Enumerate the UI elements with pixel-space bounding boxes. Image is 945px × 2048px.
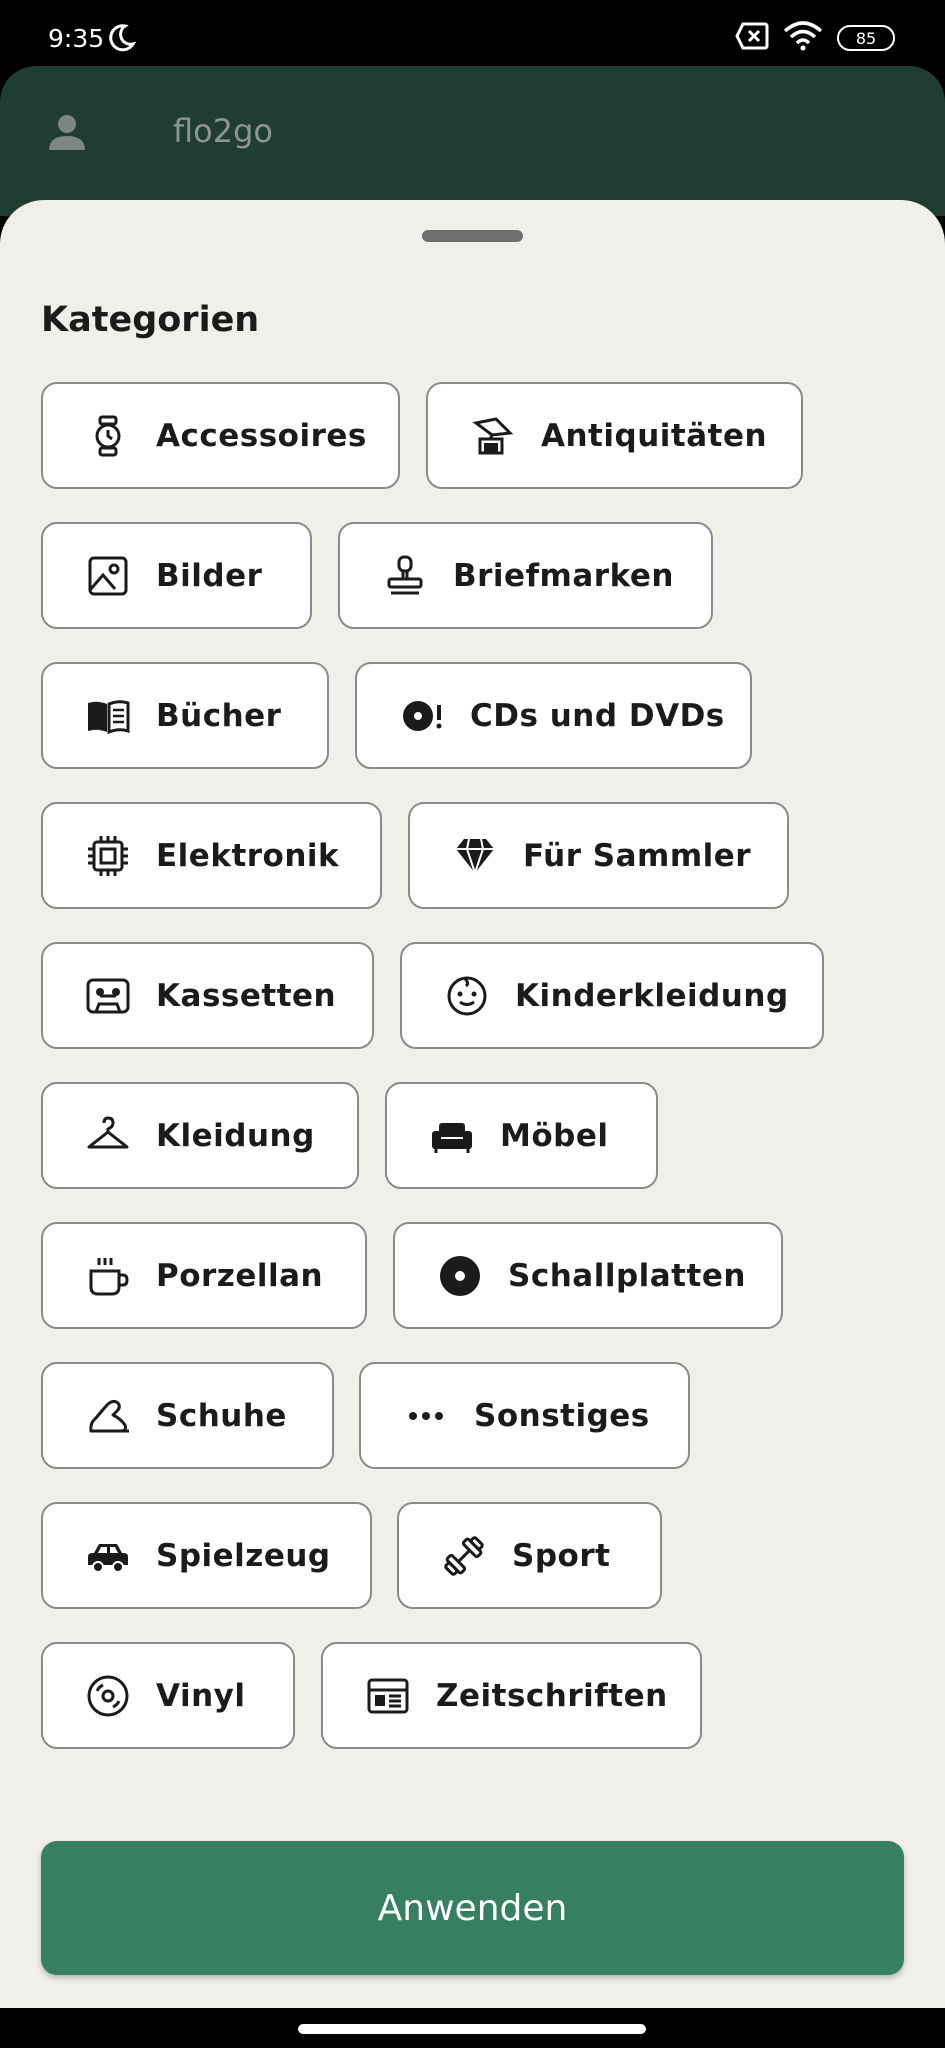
section-title: Kategorien	[41, 300, 260, 340]
dumbbell-icon	[441, 1533, 487, 1579]
category-chip-buecher[interactable]: Bücher	[41, 662, 329, 769]
status-bar: 9:35 85	[0, 0, 945, 66]
vinyl-icon	[85, 1673, 131, 1719]
status-time: 9:35	[48, 24, 105, 53]
app-header: flo2go	[0, 66, 945, 216]
category-chip-sonstiges[interactable]: Sonstiges	[359, 1362, 690, 1469]
category-chip-vinyl[interactable]: Vinyl	[41, 1642, 295, 1749]
disc-alert-icon	[399, 693, 445, 739]
category-label: Antiquitäten	[541, 417, 768, 454]
apply-button[interactable]: Anwenden	[41, 1841, 904, 1975]
category-chip-moebel[interactable]: Möbel	[385, 1082, 658, 1189]
category-label: Bücher	[156, 697, 282, 734]
drag-handle[interactable]	[422, 230, 523, 242]
category-chip-fuer-sammler[interactable]: Für Sammler	[408, 802, 789, 909]
category-label: Sonstiges	[474, 1397, 650, 1434]
category-label: Spielzeug	[156, 1537, 331, 1574]
category-chip-porzellan[interactable]: Porzellan	[41, 1222, 367, 1329]
newspaper-icon	[365, 1673, 411, 1719]
toy-car-icon	[85, 1533, 131, 1579]
category-chip-antiquitaeten[interactable]: Antiquitäten	[426, 382, 803, 489]
category-chip-schuhe[interactable]: Schuhe	[41, 1362, 334, 1469]
wifi-icon	[783, 21, 823, 55]
category-label: Porzellan	[156, 1257, 324, 1294]
category-chip-accessoires[interactable]: Accessoires	[41, 382, 400, 489]
category-chip-sport[interactable]: Sport	[397, 1502, 662, 1609]
category-label: Accessoires	[156, 417, 367, 454]
hanger-icon	[85, 1113, 131, 1159]
sofa-icon	[429, 1113, 475, 1159]
category-label: Bilder	[156, 557, 263, 594]
moon-icon	[105, 22, 137, 54]
category-label: Kleidung	[156, 1117, 315, 1154]
book-icon	[85, 693, 131, 739]
more-dots-icon	[403, 1393, 449, 1439]
category-chip-elektronik[interactable]: Elektronik	[41, 802, 382, 909]
category-label: Kinderkleidung	[515, 977, 789, 1014]
filter-bottom-sheet: Kategorien Accessoires Antiquitäten Bild…	[0, 200, 945, 2008]
category-chip-spielzeug[interactable]: Spielzeug	[41, 1502, 372, 1609]
system-nav-bar	[0, 2008, 945, 2048]
shoe-icon	[85, 1393, 131, 1439]
category-label: Kassetten	[156, 977, 337, 1014]
category-chip-bilder[interactable]: Bilder	[41, 522, 312, 629]
category-chip-cds-und-dvds[interactable]: CDs und DVDs	[355, 662, 752, 769]
app-title: flo2go	[173, 112, 273, 150]
category-chip-schallplatten[interactable]: Schallplatten	[393, 1222, 783, 1329]
status-icons: 85	[735, 21, 895, 55]
category-label: Schallplatten	[508, 1257, 746, 1294]
cup-icon	[85, 1253, 131, 1299]
category-chip-kassetten[interactable]: Kassetten	[41, 942, 374, 1049]
category-label: Elektronik	[156, 837, 340, 874]
sim-off-icon	[735, 22, 769, 54]
category-label: Sport	[512, 1537, 611, 1574]
category-label: Vinyl	[156, 1677, 246, 1714]
battery-indicator: 85	[837, 25, 895, 51]
record-icon	[437, 1253, 483, 1299]
category-chip-kleidung[interactable]: Kleidung	[41, 1082, 359, 1189]
diamond-icon	[452, 833, 498, 879]
stamp-icon	[382, 553, 428, 599]
category-label: Möbel	[500, 1117, 609, 1154]
antique-gramophone-icon	[470, 413, 516, 459]
category-label: CDs und DVDs	[470, 697, 725, 734]
home-indicator[interactable]	[298, 2024, 646, 2034]
category-label: Zeitschriften	[436, 1677, 668, 1714]
image-icon	[85, 553, 131, 599]
chip-icon	[85, 833, 131, 879]
category-label: Schuhe	[156, 1397, 287, 1434]
cassette-icon	[85, 973, 131, 1019]
category-label: Für Sammler	[523, 837, 752, 874]
watch-icon	[85, 413, 131, 459]
category-label: Briefmarken	[453, 557, 674, 594]
category-chip-zeitschriften[interactable]: Zeitschriften	[321, 1642, 702, 1749]
category-chip-kinderkleidung[interactable]: Kinderkleidung	[400, 942, 824, 1049]
user-icon[interactable]	[45, 110, 89, 154]
category-chip-briefmarken[interactable]: Briefmarken	[338, 522, 713, 629]
baby-face-icon	[444, 973, 490, 1019]
